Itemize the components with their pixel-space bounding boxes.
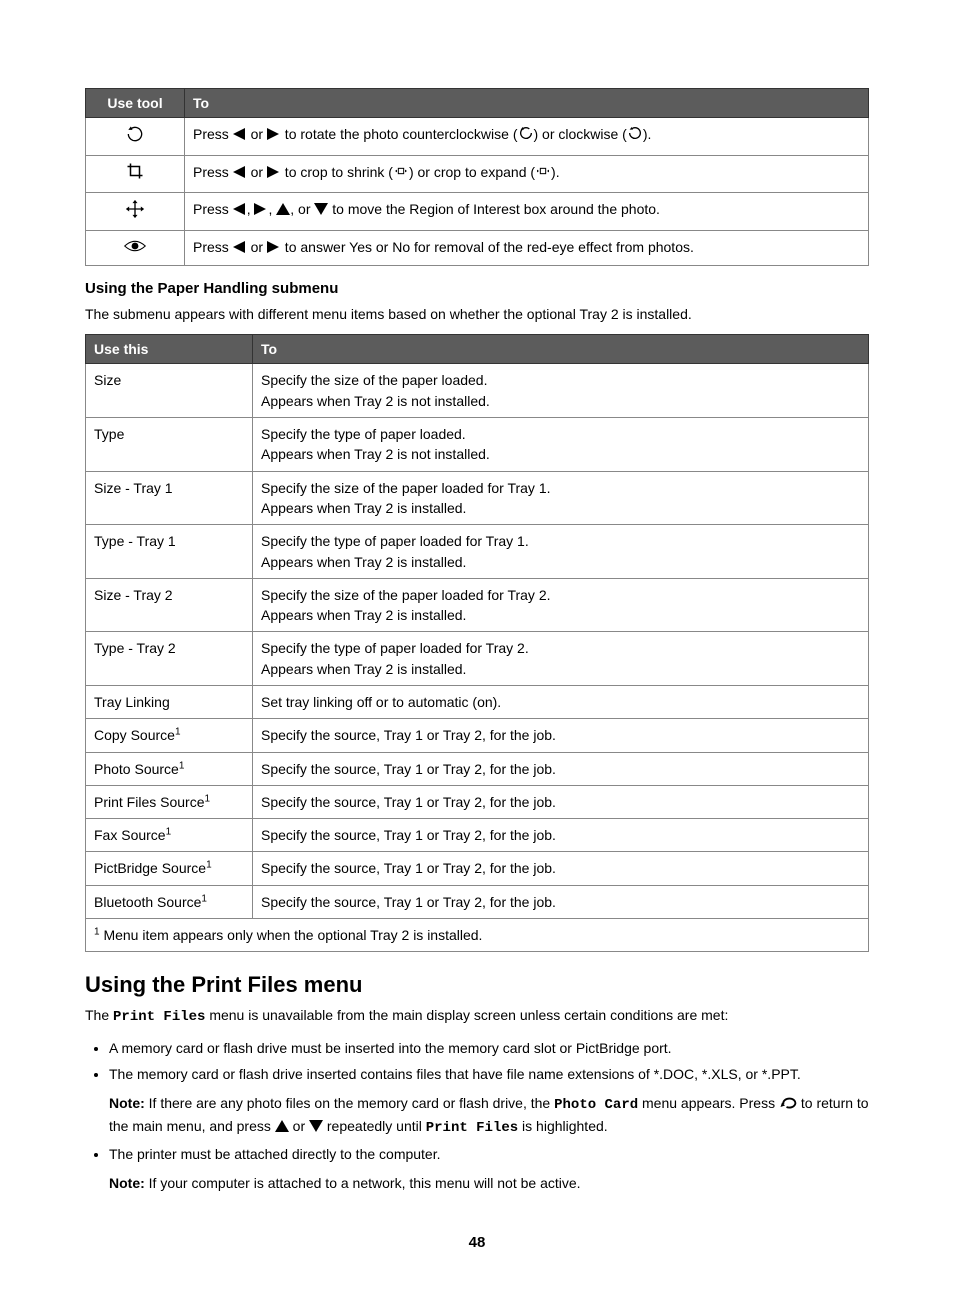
th-use-tool: Use tool — [86, 89, 185, 118]
table-row: TypeSpecify the type of paper loaded.App… — [86, 418, 869, 472]
right-arrow-icon — [267, 125, 281, 145]
th-to: To — [253, 335, 869, 364]
table-row: Bluetooth Source1Specify the source, Tra… — [86, 885, 869, 918]
table-row: Press or to crop to shrink () or crop to… — [86, 156, 869, 192]
page-number: 48 — [85, 1234, 869, 1251]
note: Note: If there are any photo files on th… — [109, 1093, 869, 1139]
print-files-heading: Using the Print Files menu — [85, 972, 869, 998]
th-use-this: Use this — [86, 335, 253, 364]
table-row: Print Files Source1Specify the source, T… — [86, 785, 869, 818]
down-arrow-icon — [314, 200, 328, 220]
table-row: Copy Source1Specify the source, Tray 1 o… — [86, 719, 869, 752]
up-arrow-icon — [276, 200, 290, 220]
back-icon — [779, 1093, 797, 1115]
conditions-list: A memory card or flash drive must be ins… — [109, 1038, 869, 1194]
redeye-icon — [123, 238, 147, 259]
table-row: Press , , , or to move the Region of Int… — [86, 192, 869, 230]
crop-shrink-icon — [393, 163, 409, 183]
up-arrow-icon — [275, 1117, 289, 1138]
print-files-intro: The Print Files menu is unavailable from… — [85, 1006, 869, 1028]
table-row: Photo Source1Specify the source, Tray 1 … — [86, 752, 869, 785]
paper-handling-intro: The submenu appears with different menu … — [85, 305, 869, 325]
tool-table: Use tool To Press or to rotate the photo… — [85, 88, 869, 266]
table-row: Press or to answer Yes or No for removal… — [86, 230, 869, 265]
ccw-icon — [518, 125, 534, 146]
right-arrow-icon — [267, 238, 281, 258]
table-row: Fax Source1Specify the source, Tray 1 or… — [86, 819, 869, 852]
rotate-icon — [125, 124, 145, 149]
crop-icon — [126, 162, 144, 185]
down-arrow-icon — [309, 1117, 323, 1138]
table-footnote: 1 Menu item appears only when the option… — [86, 919, 869, 952]
th-to: To — [185, 89, 869, 118]
table-row: PictBridge Source1Specify the source, Tr… — [86, 852, 869, 885]
crop-expand-icon — [535, 163, 551, 183]
table-row: Type - Tray 1Specify the type of paper l… — [86, 525, 869, 579]
table-row: Press or to rotate the photo countercloc… — [86, 118, 869, 156]
table-row: SizeSpecify the size of the paper loaded… — [86, 364, 869, 418]
list-item: The memory card or flash drive inserted … — [109, 1064, 869, 1139]
paper-handling-heading: Using the Paper Handling submenu — [85, 280, 869, 297]
table-row: Size - Tray 2Specify the size of the pap… — [86, 578, 869, 632]
right-arrow-icon — [254, 200, 268, 220]
left-arrow-icon — [233, 238, 247, 258]
table-row: Tray LinkingSet tray linking off or to a… — [86, 685, 869, 718]
paper-handling-table: Use this To SizeSpecify the size of the … — [85, 334, 869, 952]
left-arrow-icon — [233, 200, 247, 220]
cw-icon — [627, 125, 643, 146]
list-item: A memory card or flash drive must be ins… — [109, 1038, 869, 1059]
list-item: The printer must be attached directly to… — [109, 1144, 869, 1194]
right-arrow-icon — [267, 163, 281, 183]
left-arrow-icon — [233, 125, 247, 145]
move-icon — [125, 199, 145, 224]
table-row: Type - Tray 2Specify the type of paper l… — [86, 632, 869, 686]
note: Note: If your computer is attached to a … — [109, 1173, 869, 1194]
table-row: Size - Tray 1Specify the size of the pap… — [86, 471, 869, 525]
left-arrow-icon — [233, 163, 247, 183]
